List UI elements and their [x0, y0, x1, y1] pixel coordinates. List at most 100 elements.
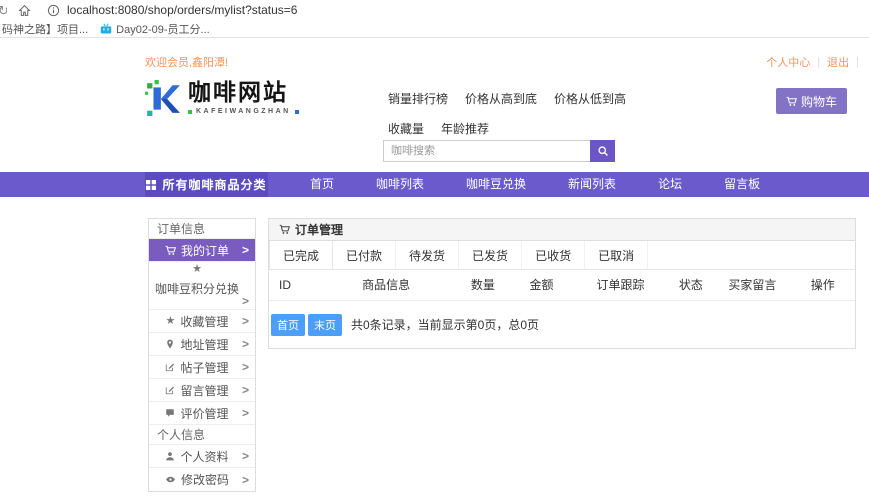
sort-price-asc[interactable]: 价格从低到高 — [554, 90, 626, 107]
bookmark-2[interactable]: Day02-09-员工分... — [100, 21, 210, 37]
chevron-right-icon: > — [242, 406, 249, 420]
order-status-tabs: 已完成 已付款 待发货 已发货 已收货 已取消 — [269, 241, 855, 270]
col-amount: 金额 — [509, 270, 573, 300]
cart-button[interactable]: 购物车 — [776, 88, 847, 114]
tab-cancelled[interactable]: 已取消 — [585, 241, 648, 269]
star-icon: ★ — [166, 316, 176, 327]
divider: | — [817, 56, 820, 68]
sidebar-item-label: 收藏管理 — [180, 313, 228, 330]
sidebar-item-messages[interactable]: 留言管理 > — [149, 379, 255, 402]
url-row: ↻ localhost:8080/shop/orders/mylist?stat… — [0, 0, 869, 20]
nav-news-list[interactable]: 新闻列表 — [554, 172, 630, 197]
col-product-info: 商品信息 — [316, 270, 457, 300]
chevron-right-icon: > — [242, 314, 249, 328]
col-order-tracking: 订单跟踪 — [574, 270, 668, 300]
nav-home[interactable]: 首页 — [296, 172, 348, 197]
tab-paid[interactable]: 已付款 — [333, 241, 396, 269]
logout-link[interactable]: 退出 — [827, 54, 849, 70]
search-icon — [597, 145, 609, 157]
browser-chrome: ↻ localhost:8080/shop/orders/mylist?stat… — [0, 0, 869, 38]
nav-links: 首页 咖啡列表 咖啡豆兑换 新闻列表 论坛 留言板 — [296, 172, 788, 197]
nav-coffee-list[interactable]: 咖啡列表 — [362, 172, 438, 197]
sidebar-item-label: 我的订单 — [181, 242, 229, 259]
col-actions: 操作 — [790, 270, 855, 300]
last-page-button[interactable]: 末页 — [308, 314, 342, 336]
bookmark-2-label: Day02-09-员工分... — [116, 21, 210, 37]
tab-completed[interactable]: 已完成 — [269, 241, 333, 269]
bookmark-1[interactable]: 码神之路】项目... — [2, 21, 88, 37]
sidebar-item-favorites[interactable]: ★ 收藏管理 > — [149, 310, 255, 333]
tab-shipped[interactable]: 已发货 — [459, 241, 522, 269]
category-menu-label: 所有咖啡商品分类 — [162, 176, 266, 193]
user-icon — [165, 451, 175, 461]
divider: | — [856, 56, 859, 68]
sort-by-sales[interactable]: 销量排行榜 — [388, 90, 448, 107]
sidebar-item-label: 个人资料 — [180, 448, 228, 465]
nav-forum[interactable]: 论坛 — [644, 172, 696, 197]
col-status: 状态 — [667, 270, 714, 300]
site-subtitle-row: KAFEIWANGZHAN — [188, 108, 299, 115]
cart-icon — [165, 245, 176, 256]
search-bar — [383, 140, 615, 162]
address-bar[interactable]: localhost:8080/shop/orders/mylist?status… — [67, 3, 297, 17]
user-links: 个人中心 | 退出 | — [766, 54, 859, 70]
chevron-right-icon: > — [242, 337, 249, 351]
sidebar-item-posts[interactable]: 帖子管理 > — [149, 356, 255, 379]
orders-panel-title: 订单管理 — [295, 221, 343, 238]
cart-button-label: 购物车 — [801, 93, 837, 110]
welcome-message: 欢迎会员,鑫阳潭! — [145, 54, 228, 70]
sidebar-item-label: 地址管理 — [180, 336, 228, 353]
site-info-icon[interactable] — [47, 4, 60, 17]
sidebar-item-points-exchange[interactable]: ★ 咖啡豆积分兑换 > — [149, 262, 255, 310]
cart-icon — [786, 96, 797, 107]
search-input[interactable] — [383, 140, 590, 162]
tv-icon — [100, 23, 112, 35]
chevron-right-icon: > — [242, 473, 249, 487]
first-page-button[interactable]: 首页 — [271, 314, 305, 336]
orders-panel: 订单管理 已完成 已付款 待发货 已发货 已收货 已取消 ID 商品信息 数量 … — [268, 218, 856, 349]
sidebar-item-password[interactable]: 修改密码 > — [149, 468, 255, 491]
chevron-right-icon: > — [242, 243, 249, 257]
bookmarks-bar: 码神之路】项目... Day02-09-员工分... — [0, 20, 869, 37]
profile-link[interactable]: 个人中心 — [766, 54, 810, 70]
chevron-right-icon: > — [242, 383, 249, 397]
sort-by-age[interactable]: 年龄推荐 — [441, 120, 489, 137]
cart-icon — [279, 224, 290, 235]
green-square-icon — [188, 110, 192, 114]
main-navbar: 所有咖啡商品分类 首页 咖啡列表 咖啡豆兑换 新闻列表 论坛 留言板 — [0, 172, 869, 197]
pagination: 首页 末页 共0条记录，当前显示第0页，总0页 — [269, 301, 855, 348]
search-button[interactable] — [590, 140, 615, 162]
sort-links: 销量排行榜 价格从高到底 价格从低到高 收藏量 年龄推荐 — [388, 90, 634, 137]
logo-k-icon — [145, 80, 181, 116]
sidebar-section-personal: 个人信息 — [149, 425, 255, 445]
site-logo[interactable]: 咖啡网站 KAFEIWANGZHAN — [145, 80, 299, 116]
sort-by-favorites[interactable]: 收藏量 — [388, 120, 424, 137]
chevron-right-icon: > — [242, 294, 249, 308]
sidebar-item-reviews[interactable]: 评价管理 > — [149, 402, 255, 425]
sidebar-item-address[interactable]: 地址管理 > — [149, 333, 255, 356]
comment-icon — [165, 408, 175, 418]
bookmark-1-label: 码神之路】项目... — [2, 21, 88, 37]
sidebar-item-label: 帖子管理 — [180, 359, 228, 376]
col-quantity: 数量 — [457, 270, 510, 300]
sidebar-item-label: 评价管理 — [180, 405, 228, 422]
refresh-icon[interactable]: ↻ — [0, 4, 7, 17]
sidebar-item-label: 咖啡豆积分兑换 — [155, 280, 239, 297]
eye-icon — [165, 474, 176, 485]
sidebar-item-profile[interactable]: 个人资料 > — [149, 445, 255, 468]
chevron-right-icon: > — [242, 360, 249, 374]
category-menu[interactable]: 所有咖啡商品分类 — [145, 172, 268, 197]
sidebar-item-my-orders[interactable]: 我的订单 > — [149, 239, 255, 262]
nav-message-board[interactable]: 留言板 — [710, 172, 774, 197]
logo-text: 咖啡网站 KAFEIWANGZHAN — [188, 81, 299, 115]
chevron-right-icon: > — [242, 449, 249, 463]
tab-received[interactable]: 已收货 — [522, 241, 585, 269]
orders-table: ID 商品信息 数量 金额 订单跟踪 状态 买家留言 操作 — [269, 270, 855, 301]
edit-icon — [165, 385, 175, 395]
blue-square-icon — [295, 110, 299, 114]
sort-price-desc[interactable]: 价格从高到底 — [465, 90, 537, 107]
orders-table-header-row: ID 商品信息 数量 金额 订单跟踪 状态 买家留言 操作 — [269, 270, 855, 300]
nav-bean-exchange[interactable]: 咖啡豆兑换 — [452, 172, 540, 197]
home-icon[interactable] — [18, 4, 31, 17]
tab-to-ship[interactable]: 待发货 — [396, 241, 459, 269]
